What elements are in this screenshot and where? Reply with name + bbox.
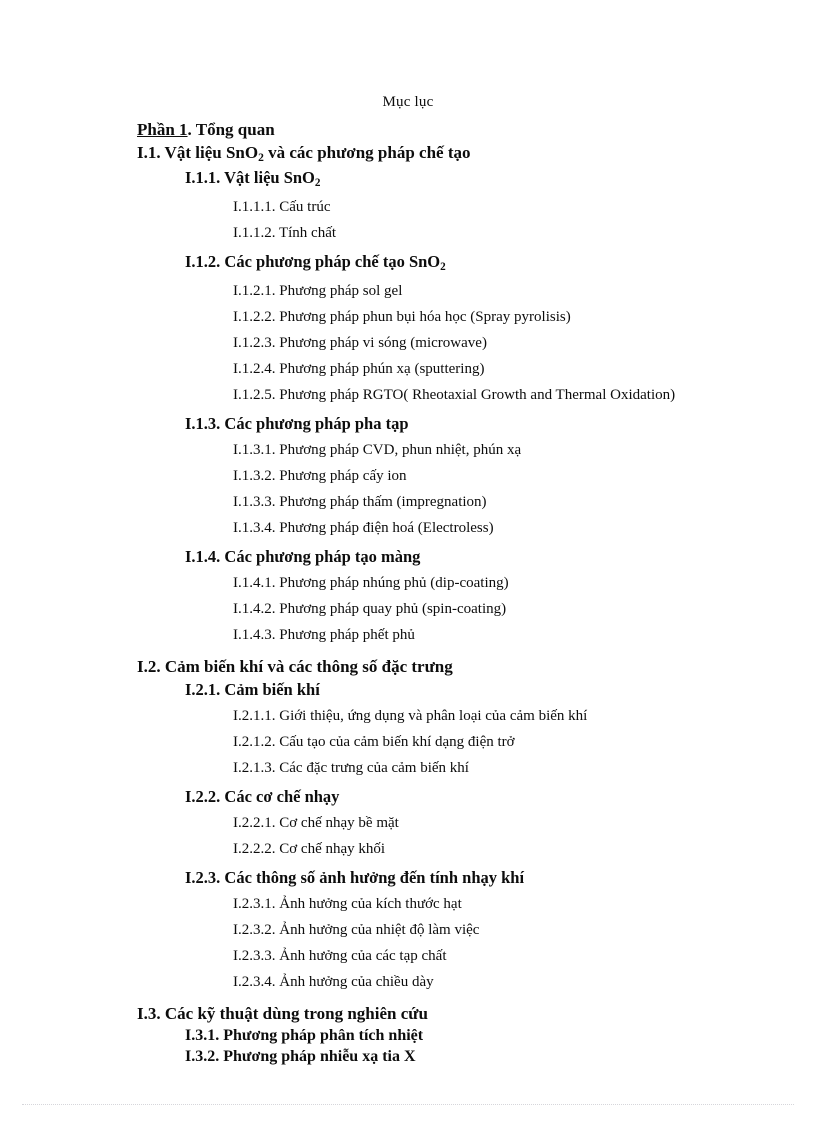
scan-artifact-line <box>22 1104 794 1106</box>
toc-entry-level-2[interactable]: I.1.4. Các phương pháp tạo màng <box>185 545 718 568</box>
toc-entry-level-3[interactable]: I.2.1.2. Cấu tạo của cảm biến khí dạng đ… <box>233 729 718 755</box>
toc-entry-label: I.1.1. Vật liệu SnO <box>185 168 315 187</box>
toc-entry-level-3[interactable]: I.2.3.4. Ảnh hưởng của chiều dày <box>233 969 718 995</box>
toc-entry-level-2[interactable]: I.1.2. Các phương pháp chế tạo SnO2 <box>185 250 718 276</box>
toc-entry-level-3[interactable]: I.1.3.2. Phương pháp cấy ion <box>233 463 718 489</box>
page-title: Mục lục <box>382 94 434 110</box>
toc-entry-level-2[interactable]: I.3.1. Phương pháp phân tích nhiệt <box>185 1025 718 1046</box>
toc-entry-level-3[interactable]: I.1.3.4. Phương pháp điện hoá (Electrole… <box>233 515 718 541</box>
toc-entry-level-1[interactable]: Phần 1. Tổng quan <box>137 118 718 141</box>
chemical-subscript: 2 <box>314 176 321 189</box>
toc-entry-level-2[interactable]: I.3.2. Phương pháp nhiễu xạ tia X <box>185 1046 718 1067</box>
toc-entry-level-2[interactable]: I.2.2. Các cơ chế nhạy <box>185 785 718 808</box>
toc-entry-level-3[interactable]: I.1.4.2. Phương pháp quay phủ (spin-coat… <box>233 596 718 622</box>
toc-entry-label: . Tổng quan <box>187 120 275 139</box>
toc-entry-number: Phần 1 <box>137 120 188 139</box>
toc-entry-level-1[interactable]: I.2. Cảm biến khí và các thông số đặc tr… <box>137 655 718 678</box>
toc-entry-level-2[interactable]: I.2.1. Cảm biến khí <box>185 678 718 701</box>
toc-entry-level-3[interactable]: I.2.3.3. Ảnh hưởng của các tạp chất <box>233 943 718 969</box>
chemical-subscript: 2 <box>440 260 446 273</box>
toc-entry-level-1[interactable]: I.3. Các kỹ thuật dùng trong nghiên cứu <box>137 1002 718 1025</box>
toc-entry-level-3[interactable]: I.1.2.4. Phương pháp phún xạ (sputtering… <box>233 356 718 382</box>
toc-entry-level-3[interactable]: I.1.3.1. Phương pháp CVD, phun nhiệt, ph… <box>233 437 718 463</box>
chemical-subscript: 2 <box>258 151 264 164</box>
toc-entry-label: I.1.2. Các phương pháp chế tạo SnO <box>185 252 441 271</box>
toc-entry-level-3[interactable]: I.2.2.2. Cơ chế nhạy khối <box>233 836 718 862</box>
toc-entry-level-3[interactable]: I.2.1.1. Giới thiệu, ứng dụng và phân lo… <box>233 703 718 729</box>
toc-entry-level-3[interactable]: I.2.3.2. Ảnh hưởng của nhiệt độ làm việc <box>233 917 718 943</box>
toc-entry-level-3[interactable]: I.1.2.3. Phương pháp vi sóng (microwave) <box>233 330 718 356</box>
toc-entry-level-3[interactable]: I.1.2.2. Phương pháp phun bụi hóa học (S… <box>233 304 718 330</box>
toc-entry-level-3[interactable]: I.1.3.3. Phương pháp thấm (impregnation) <box>233 489 718 515</box>
toc-entry-label: I.1. Vật liệu SnO <box>137 143 259 162</box>
toc-entry-level-3[interactable]: I.1.4.3. Phương pháp phết phủ <box>233 622 718 648</box>
document-page: Mục lục Phần 1. Tổng quan I.1. Vật liệu S… <box>0 0 816 1123</box>
toc-entry-level-3[interactable]: I.1.1.2. Tính chất <box>233 220 718 246</box>
toc-entry-level-2[interactable]: I.1.3. Các phương pháp pha tạp <box>185 412 718 435</box>
toc-entry-level-3[interactable]: I.1.2.5. Phương pháp RGTO( Rheotaxial Gr… <box>233 382 718 408</box>
toc-entry-level-3[interactable]: I.2.3.1. Ảnh hưởng của kích thước hạt <box>233 891 718 917</box>
toc-entry-level-3[interactable]: I.2.2.1. Cơ chế nhạy bề mặt <box>233 810 718 836</box>
toc-entry-level-3[interactable]: I.2.1.3. Các đặc trưng của cảm biến khí <box>233 755 718 781</box>
toc-entry-level-3[interactable]: I.1.2.1. Phương pháp sol gel <box>233 278 718 304</box>
toc-entry-level-2[interactable]: I.2.3. Các thông số ảnh hưởng đến tính n… <box>185 866 718 889</box>
toc-entry-level-3[interactable]: I.1.4.1. Phương pháp nhúng phủ (dip-coat… <box>233 570 718 596</box>
toc-entry-level-2[interactable]: I.1.1. Vật liệu SnO2 <box>185 166 718 192</box>
toc-entry-level-3[interactable]: I.1.1.1. Cấu trúc <box>233 194 718 220</box>
toc-entry-level-1[interactable]: I.1. Vật liệu SnO2 và các phương pháp ch… <box>137 141 718 166</box>
table-of-contents: Phần 1. Tổng quan I.1. Vật liệu SnO2 và c… <box>137 118 718 1067</box>
toc-entry-label-suffix: và các phương pháp chế tạo <box>263 143 471 162</box>
